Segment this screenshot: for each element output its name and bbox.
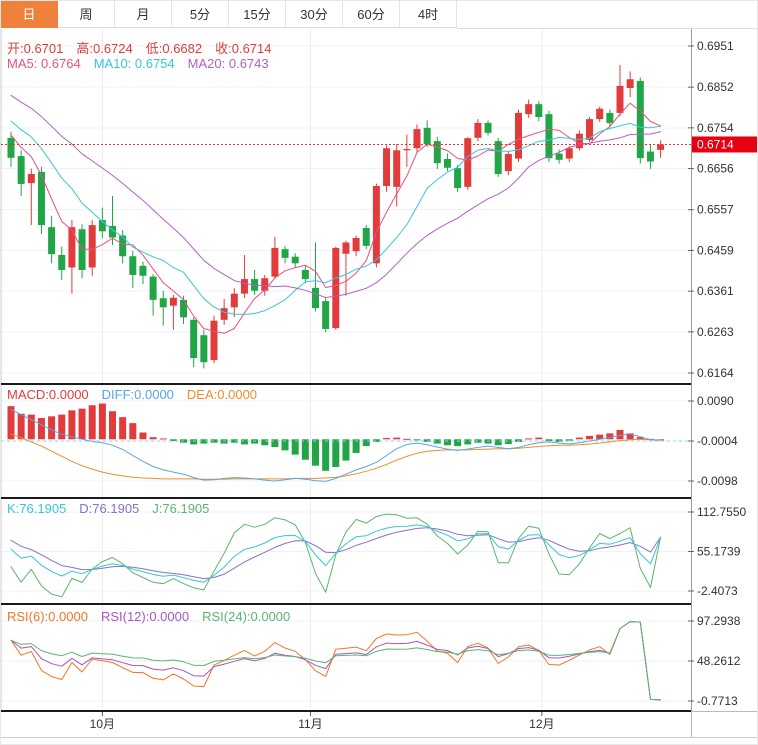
tab-timeframe-8[interactable]: 4时	[400, 1, 457, 28]
candle-body	[566, 148, 573, 158]
candle-body	[282, 249, 289, 258]
candle-body	[89, 225, 96, 267]
candle-body	[464, 138, 471, 187]
candle-body	[221, 308, 228, 320]
tab-timeframe-6[interactable]: 30分	[286, 1, 343, 28]
chart-canvas[interactable]: 0.6951 0.6852 0.6754 0.6656 0.6557 0.6459 0.63…	[1, 29, 758, 738]
y-axis-label: 0.6263	[697, 325, 734, 339]
candle-body	[627, 79, 634, 88]
y-axis-label: 97.2938	[697, 614, 741, 628]
y-axis-label: 0.6754	[697, 121, 734, 135]
y-axis-label: 0.6459	[697, 243, 734, 257]
y-axis-label: 0.0090	[697, 394, 734, 408]
candle-body	[129, 256, 136, 275]
last-price-tag-value: 0.6714	[697, 137, 734, 151]
y-axis-label: -0.0098	[697, 474, 738, 488]
candle-body	[535, 104, 542, 117]
candle-body	[424, 128, 431, 144]
candle-body	[505, 154, 512, 171]
candle-body	[190, 320, 197, 358]
trading-chart-widget: 日周月5分15分30分60分4时 0.6951 0.6852 0.6754 0.665…	[0, 0, 758, 745]
candle-body	[58, 255, 65, 270]
candle-body	[28, 174, 35, 183]
candle-body	[211, 321, 218, 360]
candle-body	[414, 129, 421, 148]
candle-body	[637, 81, 644, 158]
tab-timeframe-2[interactable]: 周	[58, 1, 115, 28]
candle-body	[454, 168, 461, 188]
timeframe-tabbar: 日周月5分15分30分60分4时	[1, 1, 757, 29]
candle-body	[271, 248, 278, 277]
tabbar-filler	[457, 1, 757, 29]
x-axis-label: 10月	[90, 717, 115, 731]
candle-body	[576, 134, 583, 149]
candle-body	[180, 300, 187, 317]
candle-body	[444, 159, 451, 168]
candle-body	[353, 238, 360, 251]
candle-body	[241, 279, 248, 294]
candle-body	[332, 248, 339, 328]
y-axis-label: 0.6557	[697, 203, 734, 217]
candle-body	[525, 104, 532, 114]
y-axis-label: 0.6656	[697, 162, 734, 176]
candle-body	[515, 113, 522, 159]
candle-body	[322, 301, 329, 329]
candle-body	[139, 266, 146, 276]
candle-body	[485, 123, 492, 133]
candle-body	[18, 156, 25, 184]
candle-body	[617, 86, 624, 113]
candle-body	[160, 298, 167, 307]
candle-body	[596, 109, 603, 119]
candle-body	[200, 335, 207, 362]
y-axis-label: 0.6951	[697, 39, 734, 53]
candle-body	[474, 123, 481, 138]
tab-timeframe-3[interactable]: 月	[115, 1, 172, 28]
y-axis-label: 0.6361	[697, 284, 734, 298]
candle-body	[657, 144, 664, 149]
chart-area[interactable]: 0.6951 0.6852 0.6754 0.6656 0.6557 0.6459 0.63…	[1, 29, 758, 738]
candle-body	[545, 114, 552, 158]
candle-body	[363, 228, 370, 246]
candle-body	[373, 186, 380, 263]
candle-body	[383, 148, 390, 186]
y-axis-label: 48.2612	[697, 654, 741, 668]
tab-timeframe-7[interactable]: 60分	[343, 1, 400, 28]
candle-body	[403, 149, 410, 150]
candle-body	[556, 154, 563, 160]
candle-body	[495, 141, 502, 174]
candle-body	[231, 294, 238, 308]
candle-body	[647, 152, 654, 162]
y-axis-label: -0.7713	[697, 694, 738, 708]
candle-body	[68, 227, 75, 267]
candle-body	[292, 257, 299, 264]
y-axis-label: 0.6164	[697, 366, 734, 380]
x-axis-label: 11月	[298, 717, 322, 731]
candle-body	[8, 138, 15, 158]
y-axis-label: 55.1739	[697, 544, 741, 558]
candle-body	[150, 277, 157, 300]
tab-timeframe-5[interactable]: 15分	[229, 1, 286, 28]
x-axis-label: 12月	[529, 717, 554, 731]
candle-body	[393, 150, 400, 187]
y-axis-label: 112.7550	[697, 505, 746, 519]
candle-body	[261, 278, 268, 290]
candle-body	[302, 270, 309, 279]
tab-timeframe-1[interactable]: 日	[1, 1, 58, 28]
candle-body	[342, 243, 349, 254]
candle-body	[312, 288, 319, 308]
y-axis-label: -0.0004	[697, 434, 738, 448]
y-axis-label: 0.6852	[697, 80, 734, 94]
candle-body	[48, 227, 55, 254]
y-axis-label: -2.4073	[697, 584, 738, 598]
tab-timeframe-4[interactable]: 5分	[172, 1, 229, 28]
candle-body	[170, 298, 177, 306]
candle-body	[606, 113, 613, 123]
candle-body	[119, 235, 126, 256]
